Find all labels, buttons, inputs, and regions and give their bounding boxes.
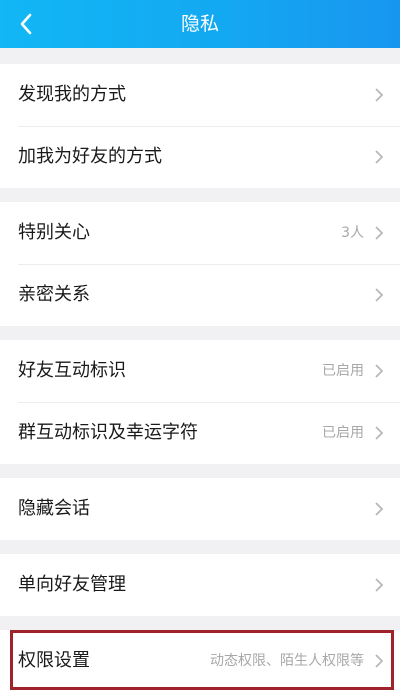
chevron-right-icon [375, 578, 384, 592]
row-special-care[interactable]: 特别关心 3人 [0, 202, 400, 264]
row-label: 群互动标识及幸运字符 [18, 422, 198, 443]
row-discover-me[interactable]: 发现我的方式 [0, 64, 400, 126]
chevron-right-icon [375, 364, 384, 378]
settings-group-discovery: 发现我的方式 加我为好友的方式 [0, 64, 400, 188]
row-value: 已启用 [322, 363, 364, 379]
row-group-interaction-mark[interactable]: 群互动标识及幸运字符 已启用 [0, 402, 400, 464]
settings-group-permissions: 权限设置 动态权限、陌生人权限等 [0, 630, 400, 692]
row-add-friend-method[interactable]: 加我为好友的方式 [0, 126, 400, 188]
chevron-right-icon [375, 288, 384, 302]
chevron-right-icon [375, 502, 384, 516]
row-one-way-friends[interactable]: 单向好友管理 [0, 554, 400, 616]
chevron-right-icon [375, 426, 384, 440]
chevron-right-icon [375, 150, 384, 164]
row-hidden-conversations[interactable]: 隐藏会话 [0, 478, 400, 540]
row-intimate-relation[interactable]: 亲密关系 [0, 264, 400, 326]
settings-group-relations: 特别关心 3人 亲密关系 [0, 202, 400, 326]
page-title: 隐私 [180, 13, 219, 35]
chevron-right-icon [375, 654, 384, 668]
chevron-right-icon [375, 226, 384, 240]
row-label: 加我为好友的方式 [18, 146, 162, 167]
row-label: 发现我的方式 [18, 84, 126, 105]
chevron-right-icon [375, 88, 384, 102]
row-value: 动态权限、陌生人权限等 [210, 653, 364, 669]
row-label: 特别关心 [18, 222, 90, 243]
row-label: 亲密关系 [18, 284, 90, 305]
row-value: 已启用 [322, 425, 364, 441]
row-permission-settings[interactable]: 权限设置 动态权限、陌生人权限等 [0, 630, 400, 692]
title-bar: 隐私 [0, 0, 400, 48]
row-label: 单向好友管理 [18, 574, 126, 595]
row-label: 隐藏会话 [18, 498, 90, 519]
row-label: 好友互动标识 [18, 360, 126, 381]
row-friend-interaction-mark[interactable]: 好友互动标识 已启用 [0, 340, 400, 402]
settings-group-hidden: 隐藏会话 [0, 478, 400, 540]
row-value: 3人 [341, 225, 364, 241]
settings-group-interaction: 好友互动标识 已启用 群互动标识及幸运字符 已启用 [0, 340, 400, 464]
row-label: 权限设置 [18, 650, 90, 671]
settings-group-one-way: 单向好友管理 [0, 554, 400, 616]
